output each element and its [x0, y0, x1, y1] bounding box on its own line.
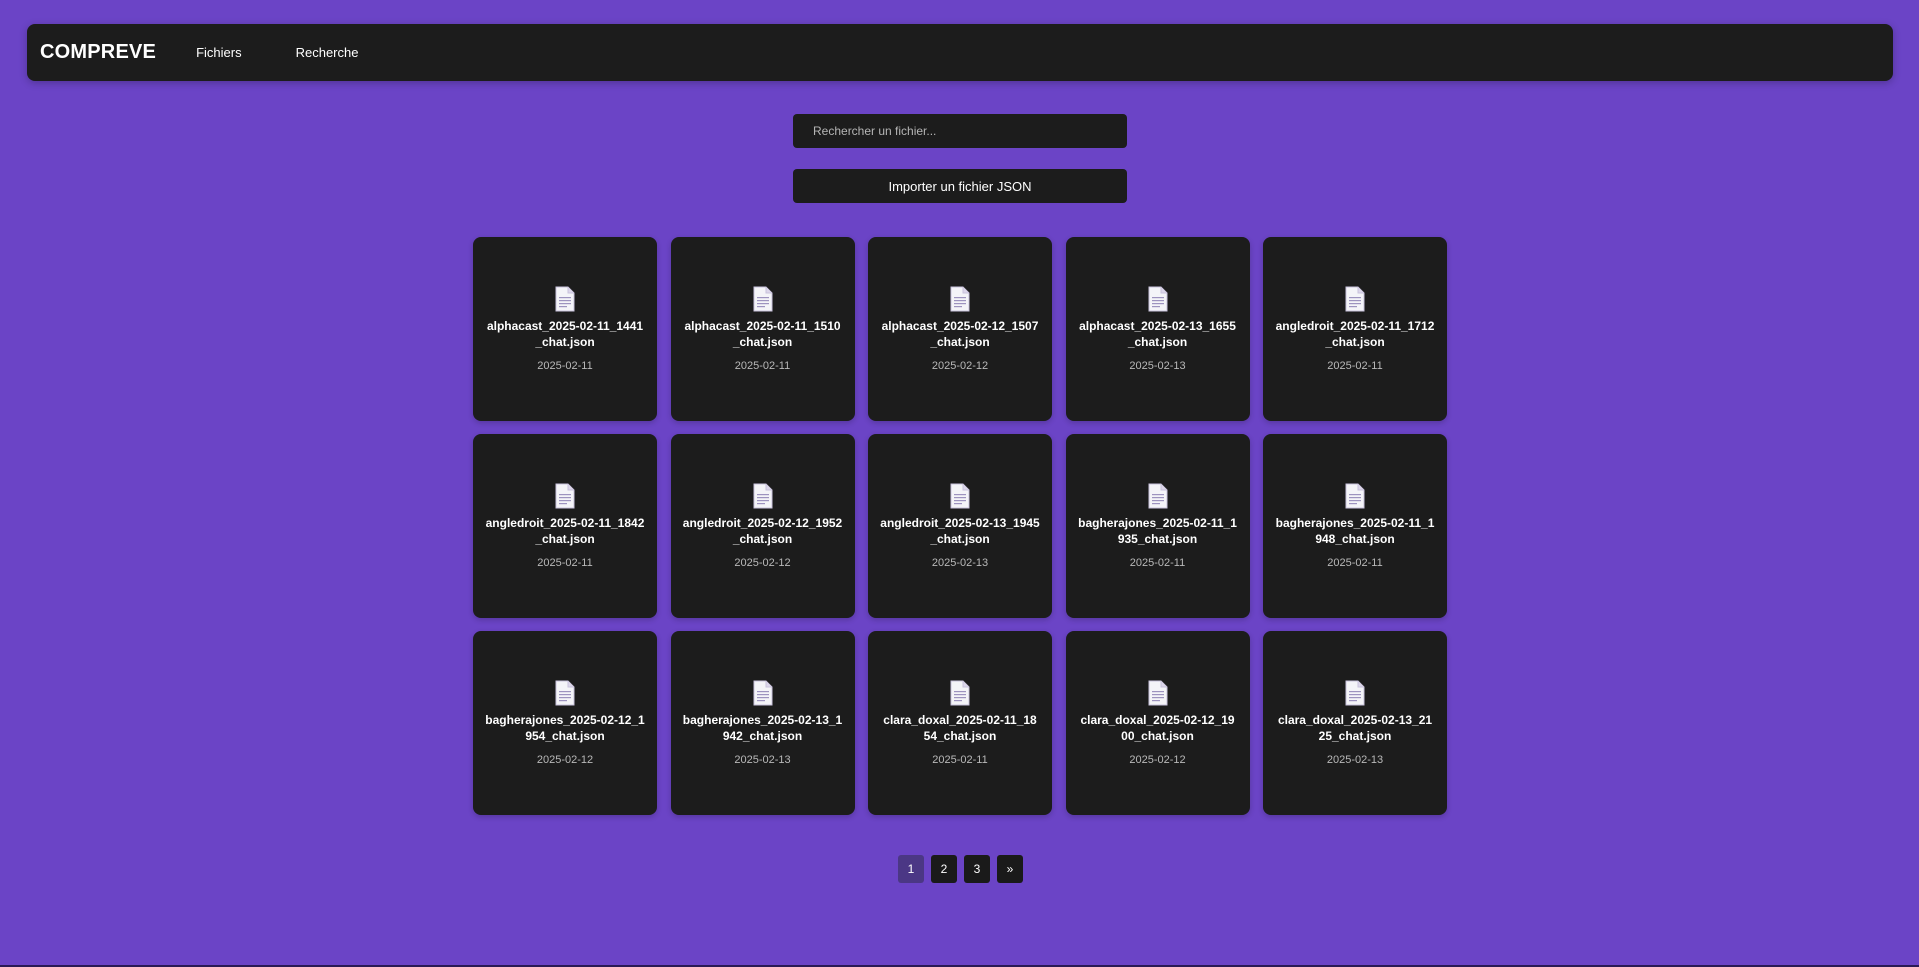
nav-link-fichiers[interactable]: Fichiers: [196, 45, 242, 60]
file-grid: alphacast_2025-02-11_1441_chat.json 2025…: [473, 237, 1448, 815]
file-name: alphacast_2025-02-11_1510_chat.json: [684, 319, 841, 349]
file-date: 2025-02-11: [734, 360, 791, 372]
file-card[interactable]: clara_doxal_2025-02-12_1900_chat.json 20…: [1065, 631, 1250, 815]
file-icon: [753, 483, 772, 509]
top-navbar: COMPREVE Fichiers Recherche: [27, 24, 1893, 81]
file-name: angledroit_2025-02-12_1952_chat.json: [682, 516, 843, 546]
file-card[interactable]: alphacast_2025-02-13_1655_chat.json 2025…: [1065, 237, 1250, 421]
file-name: bagherajones_2025-02-11_1948_chat.json: [1275, 516, 1435, 546]
file-date: 2025-02-11: [1327, 557, 1383, 569]
file-card[interactable]: clara_doxal_2025-02-11_1854_chat.json 20…: [868, 631, 1052, 815]
file-icon: [753, 680, 772, 706]
file-card[interactable]: clara_doxal_2025-02-13_2125_chat.json 20…: [1263, 631, 1447, 815]
file-icon: [555, 680, 575, 706]
file-date: 2025-02-13: [1326, 754, 1384, 766]
file-card[interactable]: angledroit_2025-02-11_1712_chat.json 202…: [1263, 237, 1447, 421]
file-card[interactable]: bagherajones_2025-02-11_1935_chat.json 2…: [1065, 434, 1250, 618]
file-name: angledroit_2025-02-11_1842_chat.json: [485, 516, 645, 546]
file-icon: [950, 680, 970, 706]
file-date: 2025-02-13: [1129, 360, 1186, 372]
file-date: 2025-02-12: [734, 557, 791, 569]
file-name: clara_doxal_2025-02-12_1900_chat.json: [1080, 713, 1235, 743]
file-icon: [1345, 286, 1365, 312]
page-button-1[interactable]: 1: [898, 855, 924, 883]
page-button-3[interactable]: 3: [964, 855, 990, 883]
brand-logo[interactable]: COMPREVE: [40, 41, 156, 64]
file-name: bagherajones_2025-02-12_1954_chat.json: [485, 713, 645, 743]
pagination: 1 2 3»: [898, 855, 1023, 883]
file-name: alphacast_2025-02-11_1441_chat.json: [486, 319, 644, 349]
file-date: 2025-02-12: [1129, 754, 1186, 766]
page-button-2[interactable]: 2: [931, 855, 957, 883]
file-icon: [1345, 483, 1365, 509]
file-card[interactable]: angledroit_2025-02-11_1842_chat.json 202…: [473, 434, 657, 618]
file-card[interactable]: alphacast_2025-02-12_1507_chat.json 2025…: [868, 237, 1052, 421]
file-card[interactable]: alphacast_2025-02-11_1441_chat.json 2025…: [473, 237, 657, 421]
import-json-button[interactable]: Importer un fichier JSON: [793, 169, 1127, 203]
file-card[interactable]: bagherajones_2025-02-12_1954_chat.json 2…: [473, 631, 657, 815]
file-name: alphacast_2025-02-12_1507_chat.json: [881, 319, 1039, 349]
file-name: bagherajones_2025-02-13_1942_chat.json: [682, 713, 843, 743]
file-name: clara_doxal_2025-02-11_1854_chat.json: [883, 713, 1037, 743]
file-date: 2025-02-11: [537, 360, 593, 372]
file-date: 2025-02-11: [932, 754, 988, 766]
file-date: 2025-02-11: [1129, 557, 1186, 569]
file-icon: [555, 483, 575, 509]
file-icon: [1148, 680, 1167, 706]
file-icon: [950, 483, 970, 509]
file-name: bagherajones_2025-02-11_1935_chat.json: [1078, 516, 1237, 546]
file-icon: [753, 286, 772, 312]
file-card[interactable]: alphacast_2025-02-11_1510_chat.json 2025…: [670, 237, 855, 421]
nav-link-recherche[interactable]: Recherche: [296, 45, 359, 60]
file-date: 2025-02-12: [931, 360, 989, 372]
file-date: 2025-02-12: [536, 754, 594, 766]
file-name: angledroit_2025-02-13_1945_chat.json: [880, 516, 1040, 546]
file-icon: [555, 286, 575, 312]
file-icon: [1148, 483, 1167, 509]
file-name: angledroit_2025-02-11_1712_chat.json: [1275, 319, 1435, 349]
file-card[interactable]: angledroit_2025-02-13_1945_chat.json 202…: [868, 434, 1052, 618]
file-card[interactable]: bagherajones_2025-02-11_1948_chat.json 2…: [1263, 434, 1447, 618]
file-name: alphacast_2025-02-13_1655_chat.json: [1079, 319, 1236, 349]
file-icon: [1345, 680, 1365, 706]
file-name: clara_doxal_2025-02-13_2125_chat.json: [1277, 713, 1433, 743]
next-page-button[interactable]: »: [997, 855, 1023, 883]
file-icon: [950, 286, 970, 312]
file-date: 2025-02-13: [931, 557, 989, 569]
file-icon: [1148, 286, 1167, 312]
file-date: 2025-02-11: [1327, 360, 1383, 372]
file-date: 2025-02-11: [537, 557, 593, 569]
file-card[interactable]: bagherajones_2025-02-13_1942_chat.json 2…: [670, 631, 855, 815]
file-card[interactable]: angledroit_2025-02-12_1952_chat.json 202…: [670, 434, 855, 618]
search-input[interactable]: [793, 114, 1127, 148]
file-date: 2025-02-13: [734, 754, 791, 766]
